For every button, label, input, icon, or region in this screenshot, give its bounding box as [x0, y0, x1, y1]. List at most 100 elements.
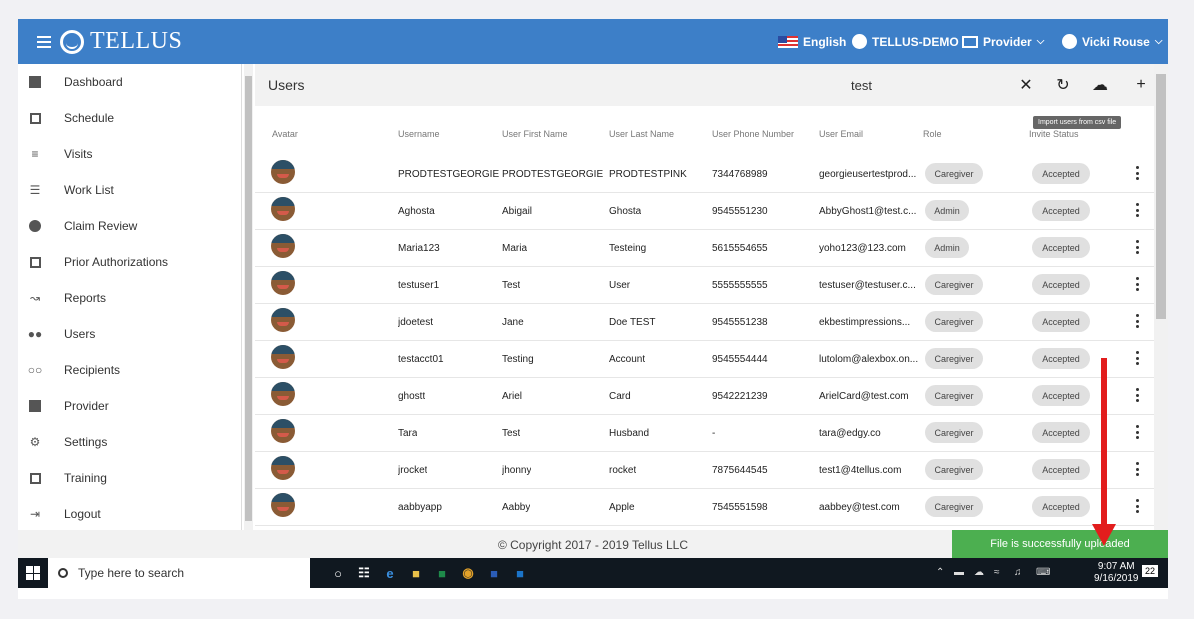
tray-chevron-icon[interactable]: ⌃: [936, 567, 944, 578]
volume-icon[interactable]: ♫: [1014, 567, 1022, 578]
cell-phone: 7545551598: [712, 502, 768, 513]
role-menu[interactable]: Provider ⌵: [962, 19, 1044, 64]
more-vert-icon[interactable]: [1135, 388, 1139, 402]
status-badge: Accepted: [1032, 163, 1090, 184]
column-header-username[interactable]: Username: [398, 129, 440, 139]
tenant-selector[interactable]: TELLUS-DEMO: [852, 19, 959, 64]
column-header-last-name[interactable]: User Last Name: [609, 129, 674, 139]
sidebar-item-work-list[interactable]: ☰ Work List: [18, 172, 241, 208]
table-row[interactable]: PRODTESTGEORGIE PRODTESTGEORGIE PRODTESTPI…: [255, 156, 1154, 193]
column-header-phone[interactable]: User Phone Number: [712, 129, 794, 139]
column-header-invite-status[interactable]: Invite Status: [1029, 129, 1079, 139]
table-row[interactable]: jdoetest Jane Doe TEST 9545551238 ekbestimpr…: [255, 304, 1154, 341]
avatar: [271, 160, 295, 184]
sidebar-item-visits[interactable]: ≡ Visits: [18, 136, 241, 172]
more-vert-icon[interactable]: [1135, 425, 1139, 439]
windows-taskbar: Type here to search ○ ☷ e ■ ■ ◉ ■ ■ ⌃ ▬ …: [18, 558, 1168, 588]
language-selector[interactable]: English: [778, 19, 846, 64]
refresh-button[interactable]: ↻: [1054, 76, 1072, 94]
more-vert-icon[interactable]: [1135, 166, 1139, 180]
more-vert-icon[interactable]: [1135, 462, 1139, 476]
sidebar-item-prior-authorizations[interactable]: Prior Authorizations: [18, 244, 241, 280]
main-scrollbar-thumb[interactable]: [1156, 74, 1166, 319]
upload-success-toast: File is successfully uploaded: [952, 530, 1168, 558]
tellus-logo[interactable]: TELLUS: [60, 28, 182, 55]
sidebar-scrollbar-thumb[interactable]: [245, 76, 252, 521]
table-row[interactable]: aabbyapp Aabby Apple 7545551598 aabbey@test.…: [255, 489, 1154, 526]
user-menu-label: Vicki Rouse: [1082, 34, 1150, 49]
more-vert-icon[interactable]: [1135, 240, 1139, 254]
more-vert-icon[interactable]: [1135, 203, 1139, 217]
table-row[interactable]: ghostt Ariel Card 9542221239 ArielCard@test.…: [255, 378, 1154, 415]
main-scrollbar[interactable]: [1154, 64, 1168, 530]
cortana-icon[interactable]: ○: [328, 563, 348, 583]
user-menu[interactable]: Vicki Rouse ⌵: [1062, 19, 1162, 64]
notification-badge[interactable]: 22: [1142, 565, 1159, 577]
sidebar-item-label: Logout: [64, 507, 101, 521]
file-explorer-icon[interactable]: ■: [406, 563, 426, 583]
cloud-icon[interactable]: ☁: [974, 567, 984, 578]
column-header-role[interactable]: Role: [923, 129, 942, 139]
sidebar-item-label: Settings: [64, 435, 108, 449]
hamburger-menu-icon[interactable]: [37, 35, 51, 48]
sidebar-item-recipients[interactable]: ○○ Recipients: [18, 352, 241, 388]
chrome-icon[interactable]: ◉: [458, 563, 478, 583]
sidebar-item-label: Prior Authorizations: [64, 255, 169, 269]
task-view-icon[interactable]: ☷: [354, 563, 374, 583]
excel-icon[interactable]: ■: [432, 563, 452, 583]
plus-icon: +: [1136, 76, 1146, 93]
more-vert-icon[interactable]: [1135, 351, 1139, 365]
refresh-icon: ↻: [1056, 77, 1070, 94]
sidebar-item-dashboard[interactable]: Dashboard: [18, 64, 241, 100]
app-footer: © Copyright 2017 - 2019 Tellus LLC File …: [18, 530, 1168, 558]
outlook-icon[interactable]: ■: [510, 563, 530, 583]
system-clock[interactable]: 9:07 AM 9/16/2019: [1094, 561, 1139, 585]
add-user-button[interactable]: +: [1132, 76, 1150, 94]
sidebar-item-settings[interactable]: ⚙ Settings: [18, 424, 241, 460]
sidebar-item-provider[interactable]: Provider: [18, 388, 241, 424]
cell-first: Maria: [502, 243, 528, 254]
wifi-icon[interactable]: ≈: [994, 567, 1000, 578]
cell-email: lutolom@alexbox.on...: [819, 354, 919, 365]
sidebar-scrollbar[interactable]: [244, 64, 253, 530]
table-row[interactable]: jrocket jhonny rocket 7875644545 test1@4tell…: [255, 452, 1154, 489]
sidebar-item-users[interactable]: ●● Users: [18, 316, 241, 352]
table-row[interactable]: testuser1 Test User 5555555555 testuser@test…: [255, 267, 1154, 304]
column-header-avatar[interactable]: Avatar: [272, 129, 298, 139]
edge-browser-icon[interactable]: e: [380, 563, 400, 583]
search-input[interactable]: test: [851, 78, 872, 93]
annotation-arrow-head: [1092, 524, 1116, 546]
word-icon[interactable]: ■: [484, 563, 504, 583]
sidebar-item-logout[interactable]: ⇥ Logout: [18, 496, 241, 530]
tenant-label: TELLUS-DEMO: [872, 34, 959, 49]
table-row[interactable]: testacct01 Testing Account 9545554444 lutolo…: [255, 341, 1154, 378]
calendar-icon: [28, 111, 42, 125]
windows-start-icon[interactable]: [26, 566, 40, 580]
role-badge: Caregiver: [925, 459, 983, 480]
column-header-email[interactable]: User Email: [819, 129, 863, 139]
taskbar-search-input[interactable]: Type here to search: [48, 558, 310, 588]
chevron-down-icon: ⌵: [1036, 36, 1045, 47]
sidebar-item-reports[interactable]: ↝ Reports: [18, 280, 241, 316]
more-vert-icon[interactable]: [1135, 499, 1139, 513]
sidebar-item-claim-review[interactable]: Claim Review: [18, 208, 241, 244]
keyboard-icon[interactable]: ⌨: [1036, 567, 1050, 578]
table-row[interactable]: Maria123 Maria Testeing 5615554655 yoho123@1…: [255, 230, 1154, 267]
clear-search-button[interactable]: ✕: [1017, 76, 1035, 94]
column-header-first-name[interactable]: User First Name: [502, 129, 568, 139]
table-row[interactable]: Tara Test Husband - tara@edgy.co Caregiver Acc…: [255, 415, 1154, 452]
cloud-upload-icon: ☁: [1092, 77, 1108, 94]
battery-icon[interactable]: ▬: [954, 567, 964, 578]
cell-username: jrocket: [398, 465, 428, 476]
cell-last: Testeing: [609, 243, 647, 254]
more-vert-icon[interactable]: [1135, 277, 1139, 291]
avatar: [271, 308, 295, 332]
sidebar-item-training[interactable]: Training: [18, 460, 241, 496]
table-row[interactable]: Aghosta Abigail Ghosta 9545551230 AbbyGhost1…: [255, 193, 1154, 230]
status-badge: Accepted: [1032, 422, 1090, 443]
sidebar-item-schedule[interactable]: Schedule: [18, 100, 241, 136]
role-badge: Caregiver: [925, 163, 983, 184]
more-vert-icon[interactable]: [1135, 314, 1139, 328]
import-csv-button[interactable]: ☁: [1091, 76, 1109, 94]
cell-username: testuser1: [398, 280, 440, 291]
